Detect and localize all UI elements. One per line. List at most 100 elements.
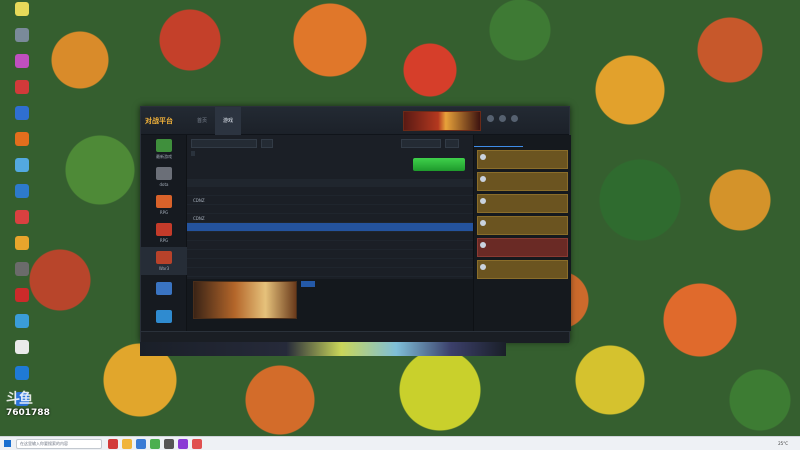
- app-icon: [15, 2, 29, 16]
- taskbar-apps: [108, 438, 202, 449]
- game-icon: [156, 281, 172, 295]
- top-nav: 首页 游戏: [189, 107, 397, 135]
- desktop-icon[interactable]: [2, 210, 42, 234]
- sidebar-item[interactable]: [141, 275, 187, 303]
- top-nav-item[interactable]: 首页: [189, 107, 215, 135]
- desktop-icon[interactable]: [2, 366, 42, 390]
- desktop-icon[interactable]: [2, 28, 42, 52]
- notice-item[interactable]: [477, 194, 568, 213]
- room-cell: CDNZ: [193, 215, 205, 221]
- top-nav-item[interactable]: [319, 107, 345, 135]
- room-row[interactable]: [187, 250, 473, 259]
- taskbar-app-icon[interactable]: [108, 438, 118, 449]
- sidebar-item-label: War3: [158, 266, 170, 271]
- app-icon: [15, 236, 29, 250]
- notice-item[interactable]: [477, 260, 568, 279]
- taskbar-app-icon[interactable]: [136, 438, 146, 449]
- notice-item[interactable]: [477, 216, 568, 235]
- settings-icon[interactable]: [487, 115, 494, 122]
- desktop-icon[interactable]: [2, 132, 42, 156]
- top-nav-item[interactable]: 游戏: [215, 107, 241, 135]
- game-icon: [156, 138, 172, 152]
- sidebar-item[interactable]: RPG: [141, 219, 187, 247]
- desktop-icon[interactable]: [2, 340, 42, 364]
- chat-area: [187, 279, 473, 331]
- desktop-icon[interactable]: [2, 106, 42, 130]
- app-logo[interactable]: 对战平台: [145, 116, 173, 126]
- search-button[interactable]: [445, 138, 459, 148]
- user-avatar-icon: [480, 198, 486, 204]
- user-avatar-icon: [480, 220, 486, 226]
- sidebar-item-label: dota: [159, 182, 169, 187]
- go-button[interactable]: [261, 138, 273, 148]
- right-panel-tab[interactable]: [523, 135, 572, 147]
- app-icon: [15, 314, 29, 328]
- top-nav-item[interactable]: [241, 107, 267, 135]
- right-panel-tabs: [474, 135, 571, 147]
- taskbar-app-icon[interactable]: [150, 438, 160, 449]
- room-list-header: [187, 179, 473, 187]
- taskbar-app-icon[interactable]: [178, 438, 188, 449]
- temperature[interactable]: 25°C: [778, 441, 788, 446]
- top-nav-item[interactable]: [345, 107, 371, 135]
- room-row[interactable]: [187, 232, 473, 241]
- right-panel: [473, 135, 571, 331]
- top-nav-item[interactable]: [267, 107, 293, 135]
- system-tray: 25°C: [778, 441, 800, 446]
- room-row[interactable]: CDNZ: [187, 214, 473, 223]
- right-panel-tab[interactable]: [474, 135, 523, 147]
- desktop-icon[interactable]: [2, 54, 42, 78]
- game-platform-window: 对战平台 首页 游戏 最新游戏 dota RPG RPG War3 CDNZ CDNZ: [140, 106, 571, 343]
- top-promo-banner[interactable]: [403, 111, 481, 131]
- desktop-icon[interactable]: [2, 184, 42, 208]
- room-cell: CDNZ: [193, 197, 205, 203]
- taskbar-search-input[interactable]: 在这里输入你要搜索的内容: [16, 438, 102, 449]
- window-controls: [487, 115, 518, 122]
- mode-value[interactable]: [191, 151, 195, 156]
- taskbar-app-icon[interactable]: [122, 438, 132, 449]
- user-avatar-icon: [480, 242, 486, 248]
- desktop-icon-column: [2, 2, 46, 418]
- sidebar-item[interactable]: War3: [141, 247, 187, 275]
- notice-item[interactable]: [477, 150, 568, 169]
- desktop-icon[interactable]: [2, 288, 42, 312]
- room-row[interactable]: CDNZ: [187, 196, 473, 205]
- room-row[interactable]: [187, 259, 473, 268]
- sidebar-item[interactable]: dota: [141, 163, 187, 191]
- notice-item[interactable]: [477, 172, 568, 191]
- desktop-icon[interactable]: [2, 158, 42, 182]
- desktop-icon[interactable]: [2, 262, 42, 286]
- room-row[interactable]: [187, 268, 473, 277]
- taskbar-app-icon[interactable]: [192, 438, 202, 449]
- room-row[interactable]: [187, 205, 473, 214]
- room-row[interactable]: [187, 223, 473, 232]
- windows-icon: [3, 440, 11, 447]
- sidebar-item[interactable]: 最新游戏: [141, 135, 187, 163]
- app-icon: [15, 288, 29, 302]
- app-icon: [15, 158, 29, 172]
- sidebar-item[interactable]: [141, 303, 187, 331]
- desktop-icon[interactable]: [2, 80, 42, 104]
- top-nav-item[interactable]: [293, 107, 319, 135]
- room-row[interactable]: [187, 241, 473, 250]
- vip-badge[interactable]: [531, 110, 565, 132]
- minimize-icon[interactable]: [499, 115, 506, 122]
- close-icon[interactable]: [511, 115, 518, 122]
- game-icon: [156, 223, 172, 236]
- desktop-icon[interactable]: [2, 314, 42, 338]
- start-button[interactable]: [0, 437, 14, 450]
- ad-banner[interactable]: [193, 281, 297, 319]
- notice-item[interactable]: [477, 238, 568, 257]
- sidebar-item[interactable]: RPG: [141, 191, 187, 219]
- app-icon: [15, 106, 29, 120]
- desktop-icon[interactable]: [2, 2, 42, 26]
- room-row[interactable]: [187, 187, 473, 196]
- taskbar-app-icon[interactable]: [164, 438, 174, 449]
- room-select[interactable]: [191, 138, 257, 148]
- chat-tab[interactable]: [301, 281, 315, 287]
- start-game-button[interactable]: [413, 158, 465, 171]
- desktop-icon[interactable]: [2, 236, 42, 260]
- watermark-room-number: 7601788: [6, 408, 50, 418]
- search-input[interactable]: [401, 138, 441, 148]
- top-nav-item[interactable]: [371, 107, 397, 135]
